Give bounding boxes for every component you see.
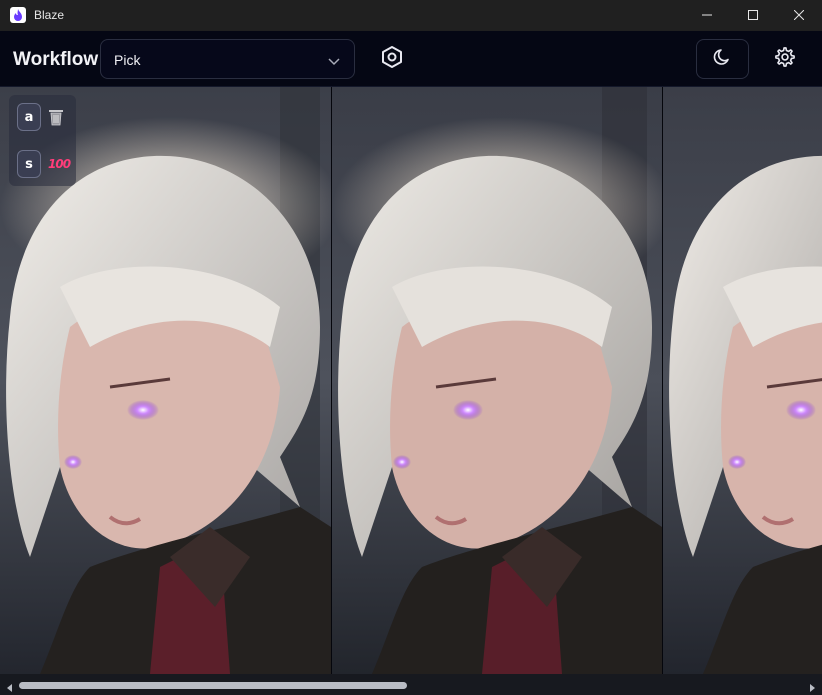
minimize-button[interactable] bbox=[684, 0, 730, 31]
theme-toggle-button[interactable] bbox=[696, 39, 749, 79]
app-flame-icon bbox=[10, 7, 26, 23]
close-icon bbox=[793, 7, 805, 25]
hotkey-row-delete[interactable]: a bbox=[17, 103, 72, 131]
horizontal-scrollbar[interactable] bbox=[0, 674, 822, 695]
hotkey-panel: a s 100 bbox=[9, 95, 76, 186]
scroll-right-icon[interactable] bbox=[807, 680, 817, 692]
hotkey-row-score[interactable]: s 100 bbox=[17, 150, 72, 178]
workflow-select-value: Pick bbox=[114, 52, 141, 68]
score-icon: 100 bbox=[48, 157, 71, 171]
scroll-left-icon[interactable] bbox=[5, 680, 15, 692]
app-toolbar: Workflow Pick bbox=[0, 31, 822, 87]
maximize-icon bbox=[748, 7, 758, 25]
gallery-image[interactable] bbox=[663, 87, 822, 674]
settings-button[interactable] bbox=[765, 39, 805, 79]
workflow-select[interactable]: Pick bbox=[100, 39, 355, 79]
image-gallery[interactable]: a s 100 bbox=[0, 87, 822, 674]
minimize-icon bbox=[702, 7, 712, 25]
hotkey-key: s bbox=[17, 150, 41, 178]
hexagon-icon bbox=[380, 45, 404, 74]
workflow-label: Workflow bbox=[13, 49, 99, 70]
maximize-button[interactable] bbox=[730, 0, 776, 31]
gallery-image[interactable] bbox=[332, 87, 662, 674]
gear-icon bbox=[774, 46, 796, 73]
scrollbar-thumb[interactable] bbox=[19, 682, 407, 689]
window-title: Blaze bbox=[34, 8, 65, 22]
trash-icon bbox=[48, 108, 64, 126]
workflow-settings-button[interactable] bbox=[372, 39, 412, 79]
window-titlebar: Blaze bbox=[0, 0, 822, 31]
moon-icon bbox=[713, 47, 733, 72]
close-button[interactable] bbox=[776, 0, 822, 31]
chevron-down-icon bbox=[328, 54, 340, 72]
hotkey-key: a bbox=[17, 103, 41, 131]
